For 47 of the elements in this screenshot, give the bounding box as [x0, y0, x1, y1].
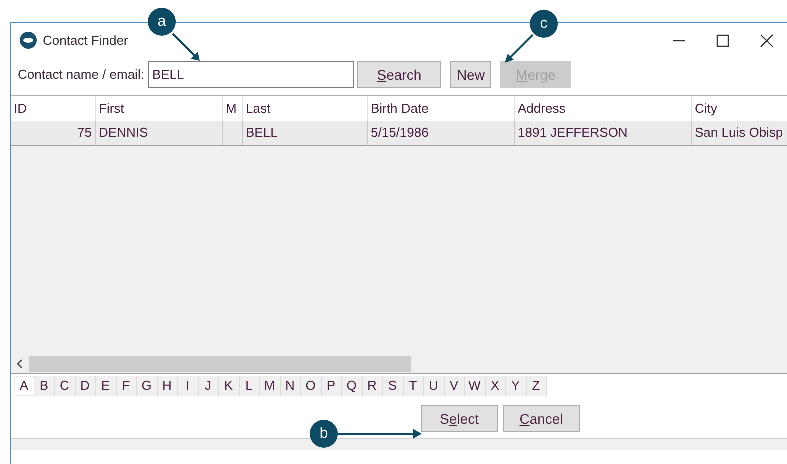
select-button[interactable]: Select	[421, 405, 498, 432]
search-label: Contact name / email:	[18, 66, 144, 84]
letter-tab[interactable]: Q	[342, 376, 362, 396]
letter-tab[interactable]: I	[178, 376, 198, 396]
contact-search-field[interactable]: BELL	[148, 61, 354, 88]
letter-tab[interactable]: Z	[526, 376, 547, 396]
table-cell-text: DENNIS	[99, 124, 148, 142]
table-cell-text: San Luis Obisp	[695, 124, 784, 142]
letter-tab[interactable]: L	[240, 376, 260, 396]
letter-tab[interactable]: H	[158, 376, 178, 396]
letter-tab[interactable]: G	[137, 376, 158, 396]
letter-tab[interactable]: A	[14, 376, 34, 396]
letter-tab[interactable]: Y	[506, 376, 526, 396]
callout-marker: c	[530, 10, 558, 38]
letter-tab[interactable]: C	[55, 376, 76, 396]
callout-arrow	[172, 33, 202, 63]
cancel-button[interactable]: Cancel	[503, 405, 580, 432]
close-icon[interactable]	[760, 34, 774, 48]
letter-tab[interactable]: R	[362, 376, 383, 396]
letter-tab[interactable]: M	[260, 376, 280, 396]
letter-tab[interactable]: F	[116, 376, 137, 396]
table-cell-text: 75	[78, 124, 92, 142]
letter-tab[interactable]: D	[76, 376, 96, 396]
letter-tab[interactable]: K	[219, 376, 240, 396]
table-cell-text: BELL	[246, 124, 278, 142]
maximize-icon[interactable]	[716, 34, 730, 48]
letter-tab[interactable]: N	[280, 376, 301, 396]
letter-tab[interactable]: S	[383, 376, 404, 396]
app-logo-icon	[20, 32, 37, 49]
letter-tab[interactable]: X	[486, 376, 506, 396]
window-title: Contact Finder	[43, 32, 128, 50]
letter-tab[interactable]: B	[34, 376, 55, 396]
letter-tab[interactable]: J	[198, 376, 219, 396]
letter-tab[interactable]: O	[301, 376, 322, 396]
search-button[interactable]: Search	[357, 61, 442, 88]
letter-tab[interactable]: W	[465, 376, 486, 396]
callout-marker: a	[148, 8, 176, 36]
table-row[interactable]: 75 DENNIS BELL 5/15/1986 1891 JEFFERSON San Luis Obisp	[11, 121, 787, 146]
new-button[interactable]: New	[450, 61, 492, 88]
letter-tab[interactable]: P	[322, 376, 342, 396]
letter-tab[interactable]: E	[96, 376, 116, 396]
letter-tab[interactable]: V	[444, 376, 465, 396]
callout-arrow	[504, 34, 534, 64]
table-cell-text: 1891 JEFFERSON	[518, 124, 628, 142]
table-cell-text: 5/15/1986	[371, 124, 429, 142]
letter-tab[interactable]: T	[404, 376, 424, 396]
letter-tab[interactable]: U	[424, 376, 444, 396]
